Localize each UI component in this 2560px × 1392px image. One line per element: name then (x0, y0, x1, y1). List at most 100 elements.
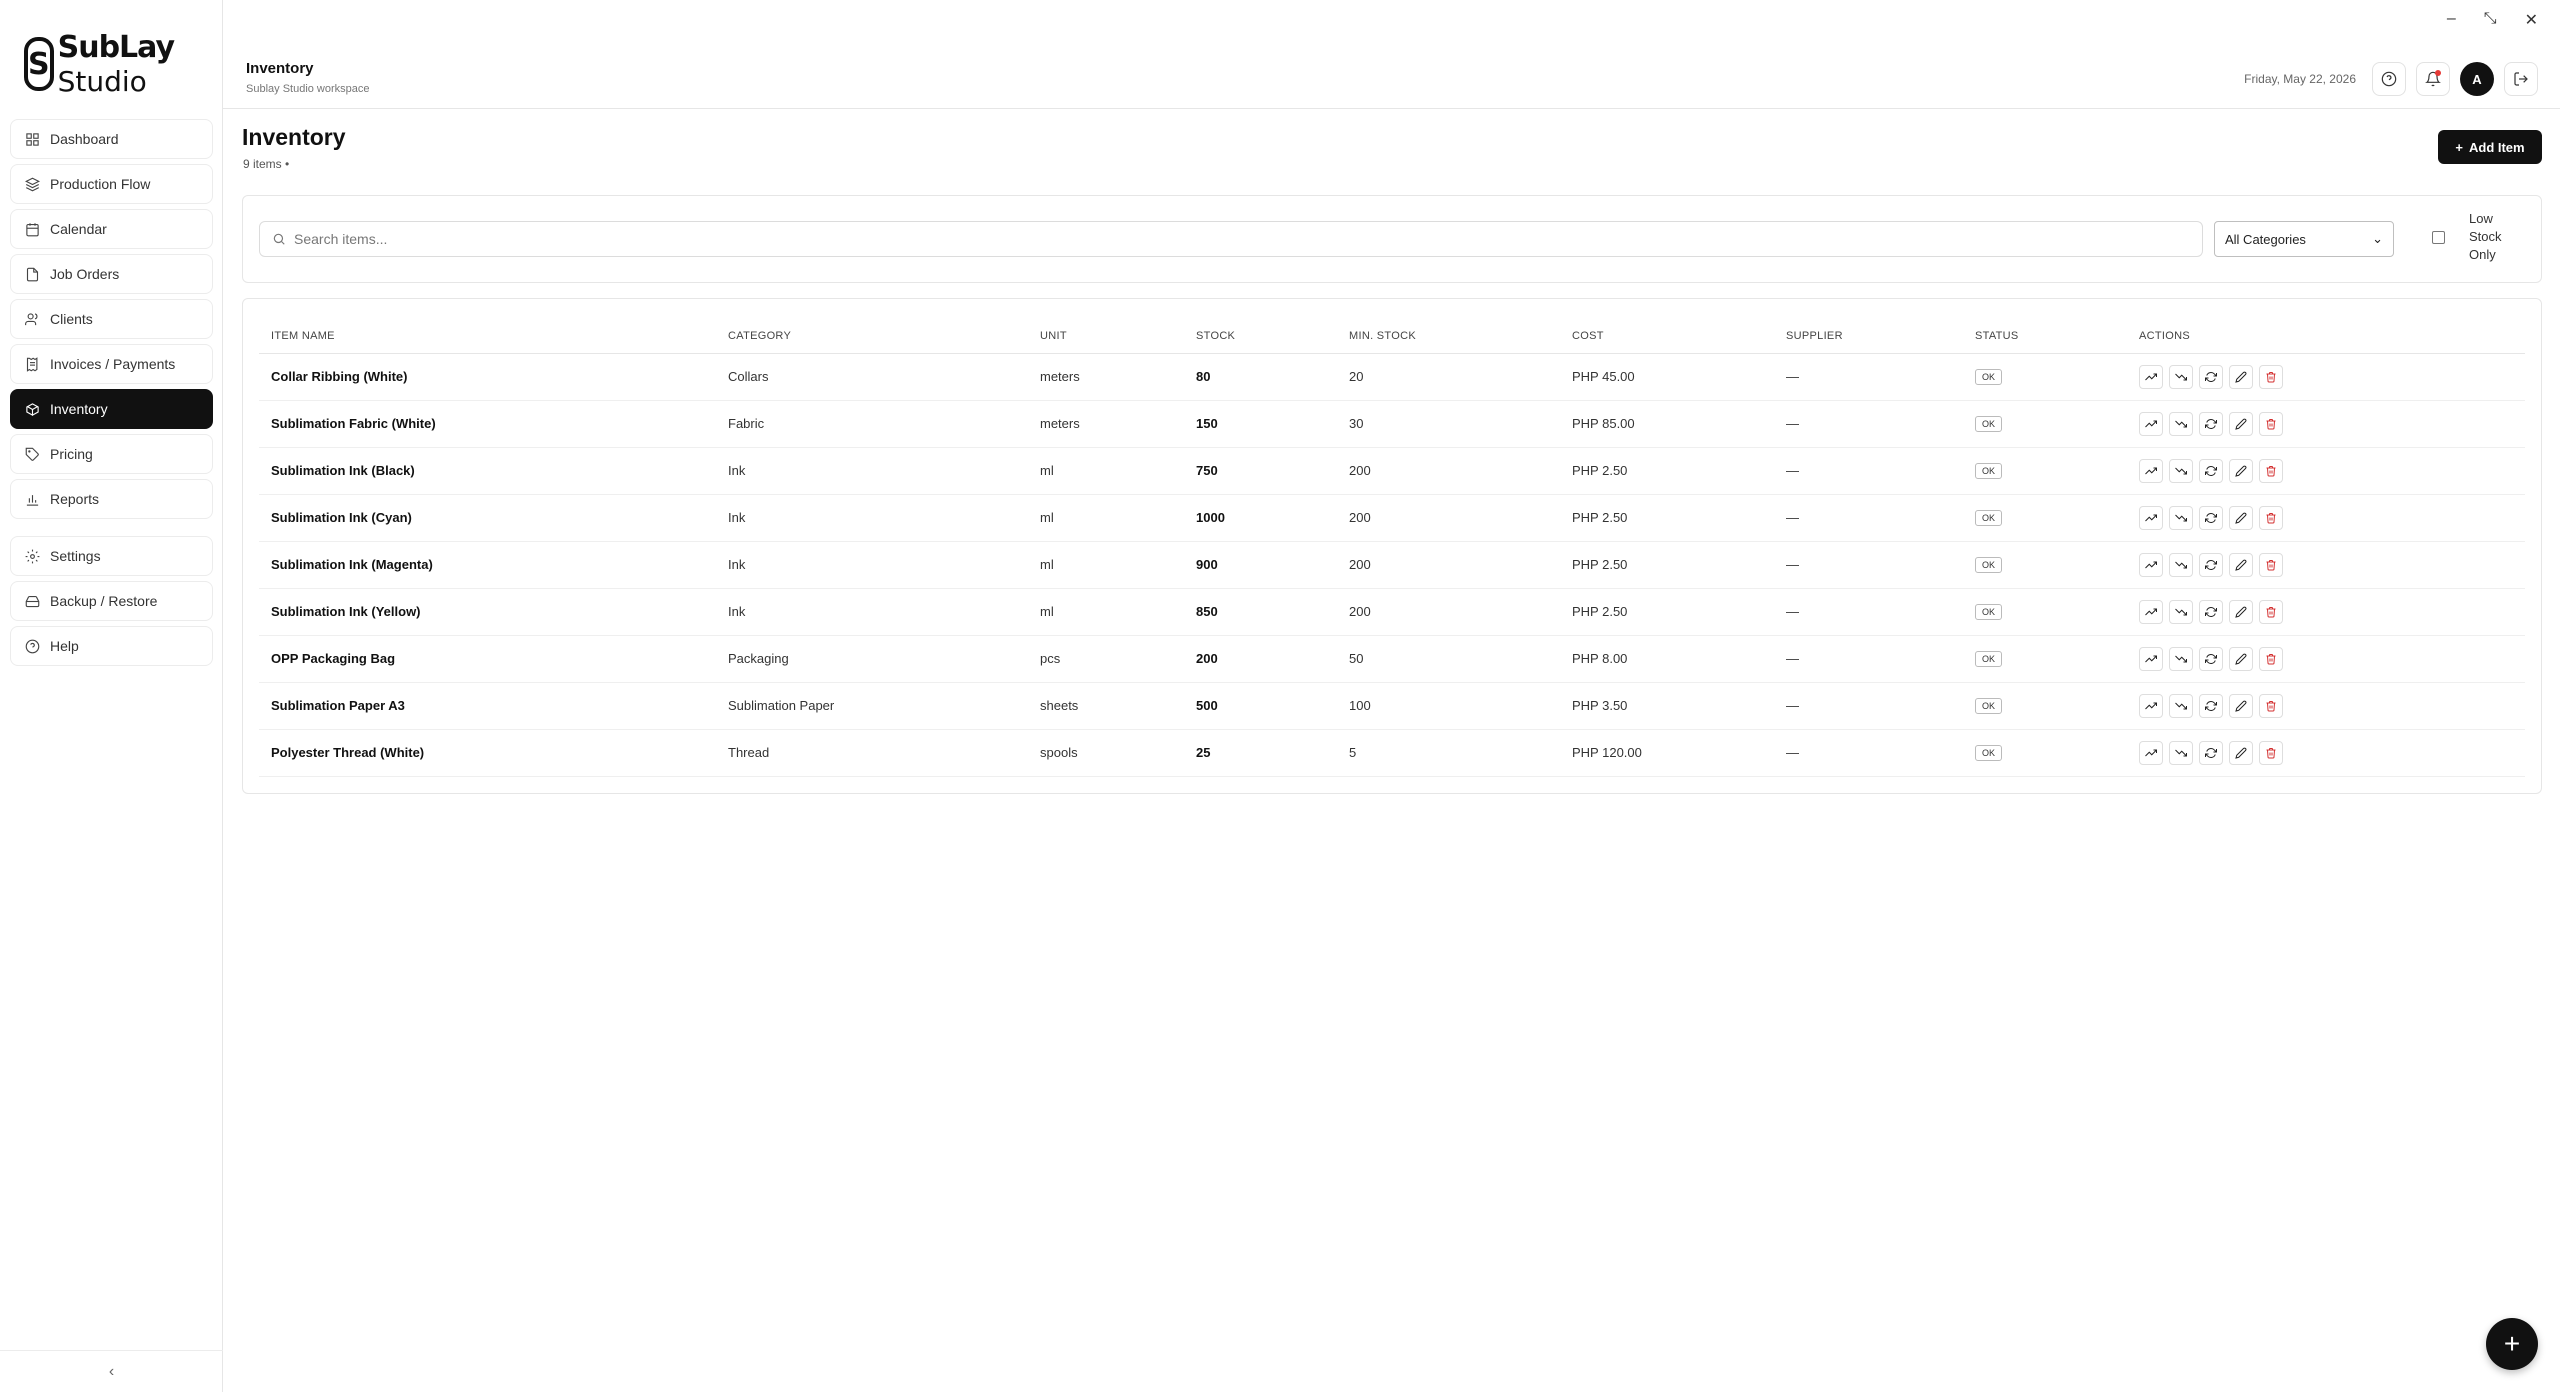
sidebar-item-production-flow[interactable]: Production Flow (10, 164, 213, 204)
fab-add-button[interactable]: + (2486, 1318, 2538, 1370)
adjust-button[interactable] (2199, 505, 2223, 530)
stock-out-button[interactable] (2169, 364, 2193, 389)
sidebar-item-job-orders[interactable]: Job Orders (10, 254, 213, 294)
add-item-button[interactable]: + Add Item (2438, 130, 2542, 164)
stock-out-button[interactable] (2169, 411, 2193, 436)
edit-button[interactable] (2229, 411, 2253, 436)
delete-button[interactable] (2259, 411, 2283, 436)
adjust-button[interactable] (2199, 552, 2223, 577)
cell-category: Ink (716, 494, 1028, 542)
adjust-button[interactable] (2199, 646, 2223, 671)
edit-button[interactable] (2229, 552, 2253, 577)
sidebar-item-pricing[interactable]: Pricing (10, 434, 213, 474)
delete-button[interactable] (2259, 740, 2283, 765)
adjust-button[interactable] (2199, 411, 2223, 436)
cell-cost: PHP 2.50 (1560, 494, 1774, 542)
edit-button[interactable] (2229, 693, 2253, 718)
stock-in-button[interactable] (2139, 740, 2163, 765)
stock-in-button[interactable] (2139, 646, 2163, 671)
stock-out-button[interactable] (2169, 505, 2193, 530)
stock-in-button[interactable] (2139, 411, 2163, 436)
category-select[interactable]: All Categories ⌄ (2214, 221, 2394, 257)
collapse-sidebar-button[interactable]: ‹ (0, 1350, 223, 1392)
edit-button[interactable] (2229, 599, 2253, 624)
stock-in-button[interactable] (2139, 458, 2163, 483)
edit-icon (2235, 747, 2247, 759)
stock-out-button[interactable] (2169, 458, 2193, 483)
sidebar-item-label: Job Orders (50, 266, 120, 282)
adjust-button[interactable] (2199, 693, 2223, 718)
delete-icon (2266, 418, 2276, 429)
stock-out-button[interactable] (2169, 740, 2193, 765)
table-row: Sublimation Paper A3 Sublimation Paper she… (259, 682, 2525, 730)
edit-button[interactable] (2229, 458, 2253, 483)
cell-min: 100 (1337, 682, 1560, 730)
sidebar-item-dashboard[interactable]: Dashboard (10, 119, 213, 159)
avatar[interactable]: A (2460, 62, 2494, 96)
edit-button[interactable] (2229, 505, 2253, 530)
sidebar-item-inventory[interactable]: Inventory (10, 389, 213, 429)
adjust-button[interactable] (2199, 364, 2223, 389)
edit-button[interactable] (2229, 740, 2253, 765)
restore-button[interactable]: ⤡ (2484, 10, 2497, 30)
low-stock-checkbox[interactable] (2432, 230, 2445, 244)
table-row: Polyester Thread (White) Thread spools 25 5 P… (259, 729, 2525, 777)
stock-out-button[interactable] (2169, 646, 2193, 671)
logout-button[interactable] (2504, 62, 2538, 96)
notifications-button[interactable] (2416, 62, 2450, 96)
delete-button[interactable] (2259, 505, 2283, 530)
cell-cost: PHP 2.50 (1560, 447, 1774, 495)
cell-cost: PHP 2.50 (1560, 541, 1774, 589)
stock-out-button[interactable] (2169, 552, 2193, 577)
cell-supplier: — (1774, 541, 1963, 589)
edit-icon (2235, 371, 2247, 383)
delete-icon (2266, 700, 2276, 711)
sidebar-item-label: Clients (50, 311, 93, 327)
column-header: STOCK (1184, 319, 1337, 354)
row-actions (2139, 552, 2525, 577)
minimize-button[interactable]: – (2447, 10, 2456, 30)
delete-button[interactable] (2259, 364, 2283, 389)
adjust-button[interactable] (2199, 599, 2223, 624)
delete-icon (2266, 512, 2276, 523)
edit-button[interactable] (2229, 364, 2253, 389)
stock-in-button[interactable] (2139, 693, 2163, 718)
stock-in-button[interactable] (2139, 505, 2163, 530)
edit-button[interactable] (2229, 646, 2253, 671)
sidebar-item-clients[interactable]: Clients (10, 299, 213, 339)
adjust-button[interactable] (2199, 458, 2223, 483)
edit-icon (2235, 653, 2247, 665)
bar-chart-icon (26, 494, 39, 506)
sidebar-item-calendar[interactable]: Calendar (10, 209, 213, 249)
sidebar-item-backup-restore[interactable]: Backup / Restore (10, 581, 213, 621)
item-count: 9 items • (243, 157, 290, 171)
close-button[interactable]: ✕ (2525, 10, 2538, 30)
cell-category: Sublimation Paper (716, 682, 1028, 730)
help-button[interactable] (2372, 62, 2406, 96)
sidebar-item-help[interactable]: Help (10, 626, 213, 666)
stock-in-button[interactable] (2139, 599, 2163, 624)
adjust-icon (2205, 700, 2217, 711)
logo-mark: S (24, 37, 54, 91)
sidebar-item-settings[interactable]: Settings (10, 536, 213, 576)
delete-button[interactable] (2259, 599, 2283, 624)
stock-in-button[interactable] (2139, 364, 2163, 389)
stock-out-icon (2175, 467, 2187, 474)
delete-button[interactable] (2259, 646, 2283, 671)
sidebar-item-reports[interactable]: Reports (10, 479, 213, 519)
stock-out-button[interactable] (2169, 599, 2193, 624)
delete-button[interactable] (2259, 458, 2283, 483)
cell-cost: PHP 8.00 (1560, 635, 1774, 683)
cell-name: OPP Packaging Bag (259, 635, 716, 683)
column-header: STATUS (1963, 319, 2127, 354)
cell-unit: meters (1028, 400, 1184, 448)
delete-button[interactable] (2259, 552, 2283, 577)
stock-out-button[interactable] (2169, 693, 2193, 718)
sidebar-item-invoices-payments[interactable]: Invoices / Payments (10, 344, 213, 384)
delete-button[interactable] (2259, 693, 2283, 718)
logout-icon (2514, 72, 2528, 86)
search-input[interactable] (294, 231, 2174, 247)
adjust-button[interactable] (2199, 740, 2223, 765)
app-logo: S SubLay Studio (24, 30, 175, 98)
stock-in-button[interactable] (2139, 552, 2163, 577)
